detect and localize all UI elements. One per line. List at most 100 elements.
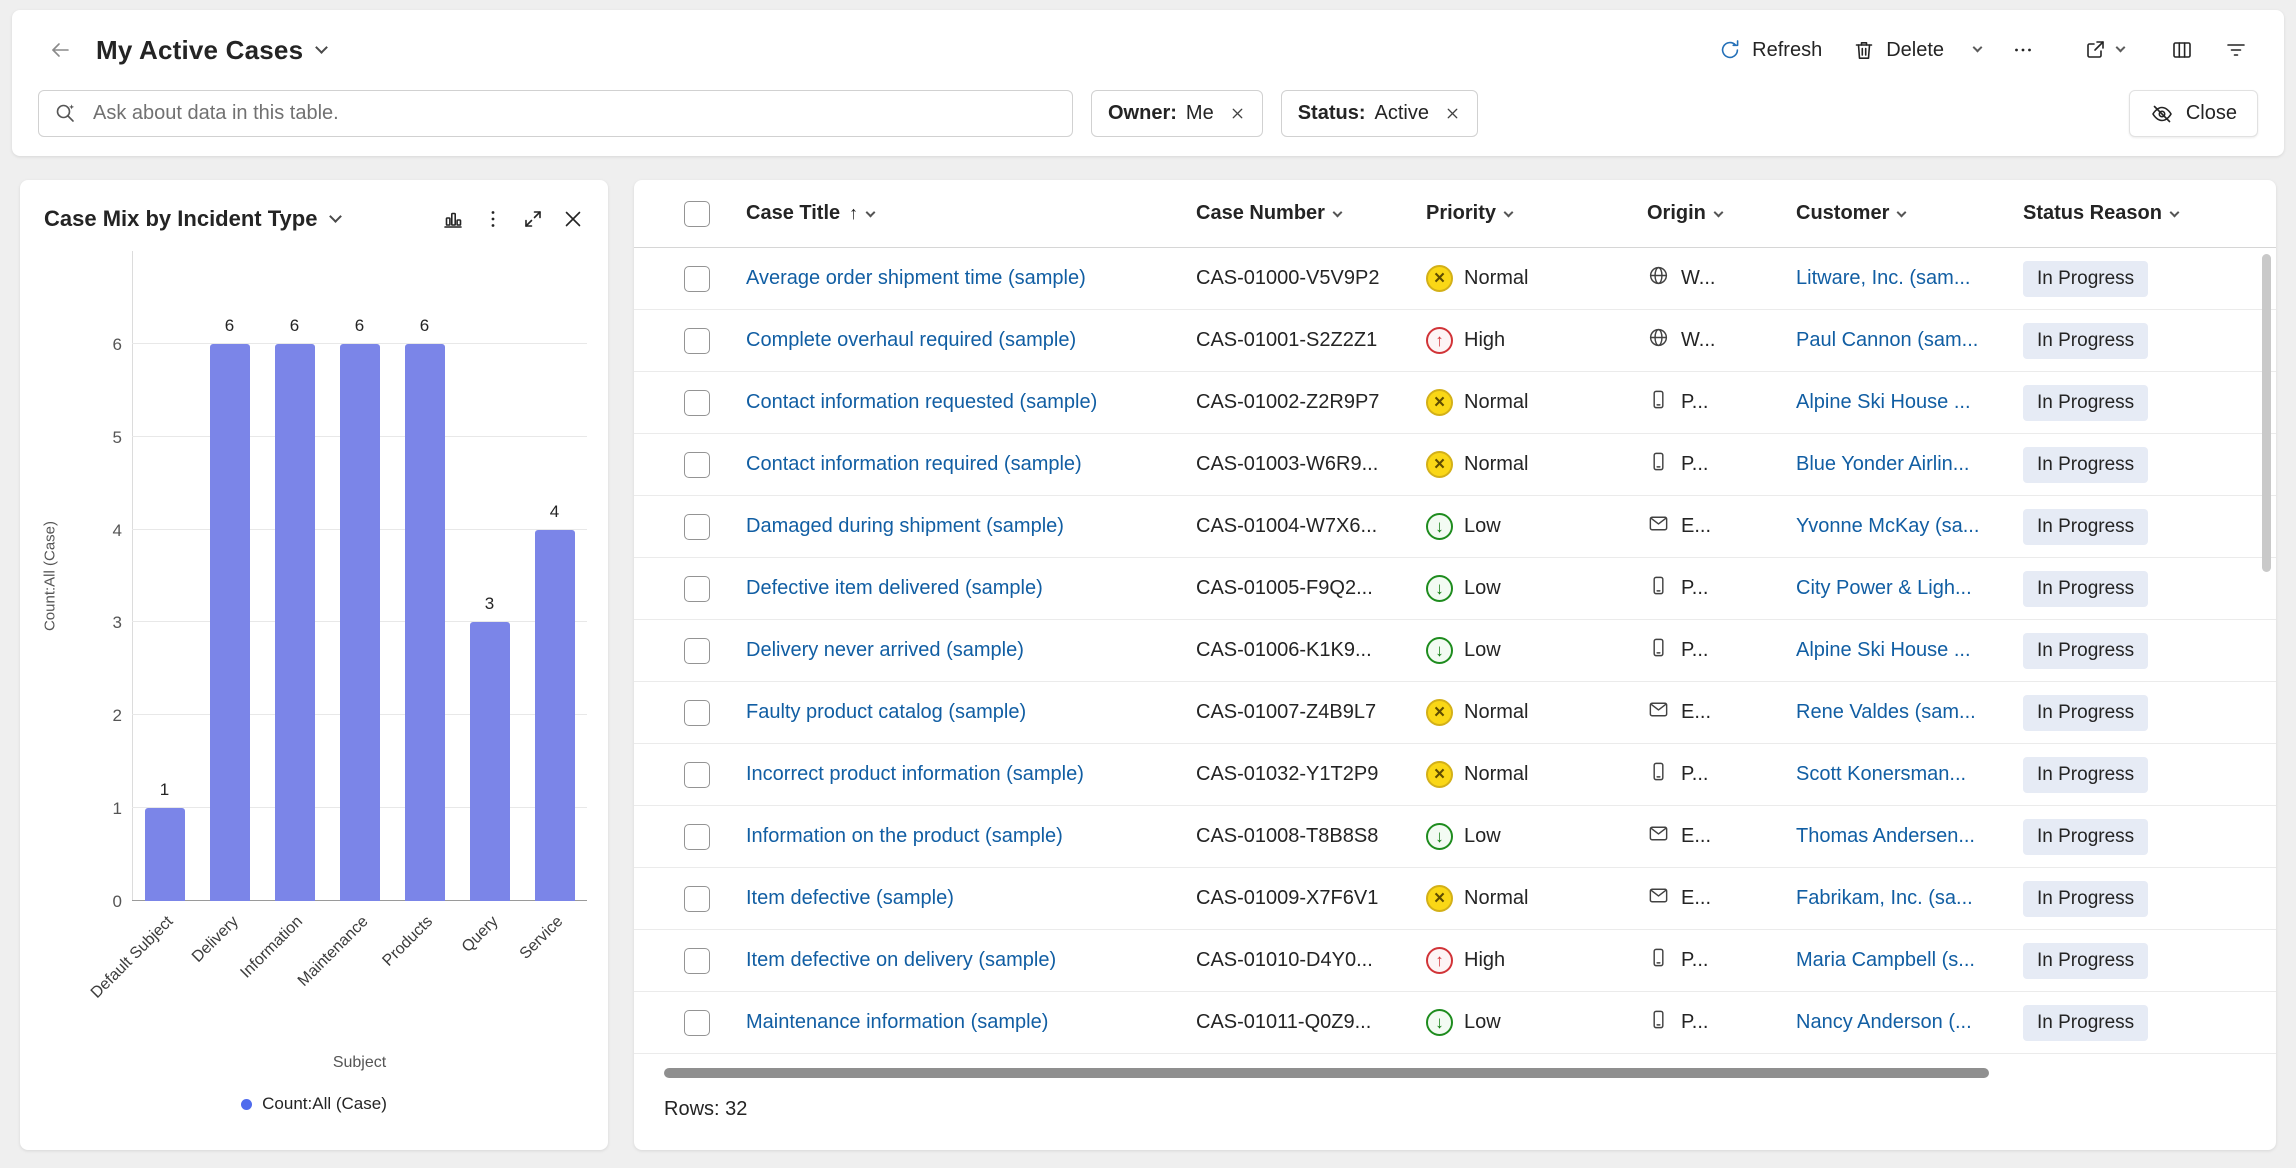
dismiss-icon[interactable]: [1444, 105, 1461, 122]
priority-label: Low: [1464, 1011, 1501, 1034]
filter-pill-status[interactable]: Status: Active: [1281, 90, 1478, 137]
change-chart-button[interactable]: [436, 202, 470, 236]
y-tick-label: 0: [84, 892, 122, 912]
row-checkbox[interactable]: [684, 576, 710, 602]
ask-data-input[interactable]: [38, 90, 1073, 137]
origin-phone-icon: [1647, 1008, 1670, 1037]
case-title-link[interactable]: Item defective on delivery (sample): [746, 949, 1056, 971]
customer-link[interactable]: Paul Cannon (sam...: [1796, 329, 1978, 351]
row-checkbox[interactable]: [684, 514, 710, 540]
table-row[interactable]: Delivery never arrived (sample) CAS-0100…: [634, 620, 2276, 682]
share-button[interactable]: [2073, 30, 2134, 70]
column-header-customer[interactable]: Customer: [1796, 202, 2023, 225]
priority-normal-icon: ×: [1426, 885, 1453, 912]
legend-label: Count:All (Case): [262, 1094, 387, 1114]
command-bar: My Active Cases Refresh Delete: [12, 10, 2284, 156]
customer-link[interactable]: Alpine Ski House ...: [1796, 391, 1971, 413]
row-checkbox[interactable]: [684, 638, 710, 664]
row-checkbox[interactable]: [684, 700, 710, 726]
chart-more-button[interactable]: [476, 202, 510, 236]
refresh-button[interactable]: Refresh: [1708, 30, 1832, 70]
table-row[interactable]: Contact information requested (sample) C…: [634, 372, 2276, 434]
row-checkbox[interactable]: [684, 390, 710, 416]
row-checkbox[interactable]: [684, 266, 710, 292]
bar-value-label: 6: [355, 316, 364, 336]
select-all-checkbox[interactable]: [684, 201, 710, 227]
customer-link[interactable]: Nancy Anderson (...: [1796, 1011, 1972, 1033]
back-button[interactable]: [38, 30, 82, 70]
column-header-case-title[interactable]: Case Title ↑: [746, 202, 1196, 225]
row-checkbox[interactable]: [684, 452, 710, 478]
case-title-link[interactable]: Item defective (sample): [746, 887, 954, 909]
case-title-link[interactable]: Delivery never arrived (sample): [746, 639, 1024, 661]
filter-pill-owner[interactable]: Owner: Me: [1091, 90, 1263, 137]
row-checkbox[interactable]: [684, 824, 710, 850]
customer-link[interactable]: Blue Yonder Airlin...: [1796, 453, 1969, 475]
row-checkbox[interactable]: [684, 948, 710, 974]
priority-cell: × Normal: [1426, 451, 1647, 478]
delete-button[interactable]: Delete: [1842, 30, 1954, 70]
table-row[interactable]: Defective item delivered (sample) CAS-01…: [634, 558, 2276, 620]
customer-link[interactable]: City Power & Ligh...: [1796, 577, 1972, 599]
row-checkbox[interactable]: [684, 1010, 710, 1036]
bar-value-label: 4: [550, 502, 559, 522]
view-selector[interactable]: My Active Cases: [96, 35, 326, 66]
command-dropdown-button[interactable]: [1964, 41, 1991, 59]
table-row[interactable]: Item defective on delivery (sample) CAS-…: [634, 930, 2276, 992]
row-checkbox[interactable]: [684, 886, 710, 912]
dismiss-icon[interactable]: [1229, 105, 1246, 122]
table-row[interactable]: Average order shipment time (sample) CAS…: [634, 248, 2276, 310]
origin-label: P...: [1681, 1011, 1708, 1034]
row-checkbox[interactable]: [684, 762, 710, 788]
customer-link[interactable]: Thomas Andersen...: [1796, 825, 1975, 847]
horizontal-scrollbar[interactable]: [664, 1068, 1989, 1078]
customer-cell: Alpine Ski House ...: [1796, 639, 2023, 662]
customer-link[interactable]: Rene Valdes (sam...: [1796, 701, 1976, 723]
case-title-link[interactable]: Information on the product (sample): [746, 825, 1063, 847]
table-row[interactable]: Faulty product catalog (sample) CAS-0100…: [634, 682, 2276, 744]
case-title-link[interactable]: Contact information required (sample): [746, 453, 1082, 475]
case-title-link[interactable]: Damaged during shipment (sample): [746, 515, 1064, 537]
edit-columns-button[interactable]: [2160, 30, 2204, 70]
chevron-down-icon[interactable]: [330, 210, 343, 223]
row-checkbox[interactable]: [684, 328, 710, 354]
origin-label: P...: [1681, 577, 1708, 600]
x-category-label: Information: [238, 913, 307, 982]
case-title-link[interactable]: Faulty product catalog (sample): [746, 701, 1026, 723]
table-row[interactable]: Information on the product (sample) CAS-…: [634, 806, 2276, 868]
column-header-origin[interactable]: Origin: [1647, 202, 1796, 225]
overflow-button[interactable]: [2001, 30, 2045, 70]
priority-cell: × Normal: [1426, 699, 1647, 726]
close-chart-button[interactable]: [556, 202, 590, 236]
table-row[interactable]: Damaged during shipment (sample) CAS-010…: [634, 496, 2276, 558]
priority-low-icon: ↓: [1426, 1009, 1453, 1036]
case-title-link[interactable]: Complete overhaul required (sample): [746, 329, 1076, 351]
customer-link[interactable]: Alpine Ski House ...: [1796, 639, 1971, 661]
case-title-link[interactable]: Defective item delivered (sample): [746, 577, 1043, 599]
customer-link[interactable]: Fabrikam, Inc. (sa...: [1796, 887, 1973, 909]
customer-link[interactable]: Yvonne McKay (sa...: [1796, 515, 1979, 537]
table-row[interactable]: Item defective (sample) CAS-01009-X7F6V1…: [634, 868, 2276, 930]
table-row[interactable]: Incorrect product information (sample) C…: [634, 744, 2276, 806]
column-header-status-reason[interactable]: Status Reason: [2023, 202, 2276, 225]
vertical-scrollbar[interactable]: [2262, 254, 2271, 572]
edit-filters-button[interactable]: [2214, 30, 2258, 70]
origin-cell: P...: [1647, 450, 1796, 479]
table-row[interactable]: Complete overhaul required (sample) CAS-…: [634, 310, 2276, 372]
column-header-priority[interactable]: Priority: [1426, 202, 1647, 225]
table-row[interactable]: Contact information required (sample) CA…: [634, 434, 2276, 496]
customer-link[interactable]: Litware, Inc. (sam...: [1796, 267, 1971, 289]
case-title-link[interactable]: Average order shipment time (sample): [746, 267, 1086, 289]
bar-value-label: 6: [290, 316, 299, 336]
customer-link[interactable]: Scott Konersman...: [1796, 763, 1966, 785]
expand-chart-button[interactable]: [516, 202, 550, 236]
customer-link[interactable]: Maria Campbell (s...: [1796, 949, 1975, 971]
column-header-case-number[interactable]: Case Number: [1196, 202, 1426, 225]
case-title-link[interactable]: Contact information requested (sample): [746, 391, 1097, 413]
case-title-link[interactable]: Incorrect product information (sample): [746, 763, 1084, 785]
case-title-link[interactable]: Maintenance information (sample): [746, 1011, 1048, 1033]
table-row[interactable]: Maintenance information (sample) CAS-010…: [634, 992, 2276, 1054]
origin-cell: W...: [1647, 326, 1796, 355]
row-select-cell: [634, 762, 746, 788]
close-button[interactable]: Close: [2129, 90, 2258, 137]
